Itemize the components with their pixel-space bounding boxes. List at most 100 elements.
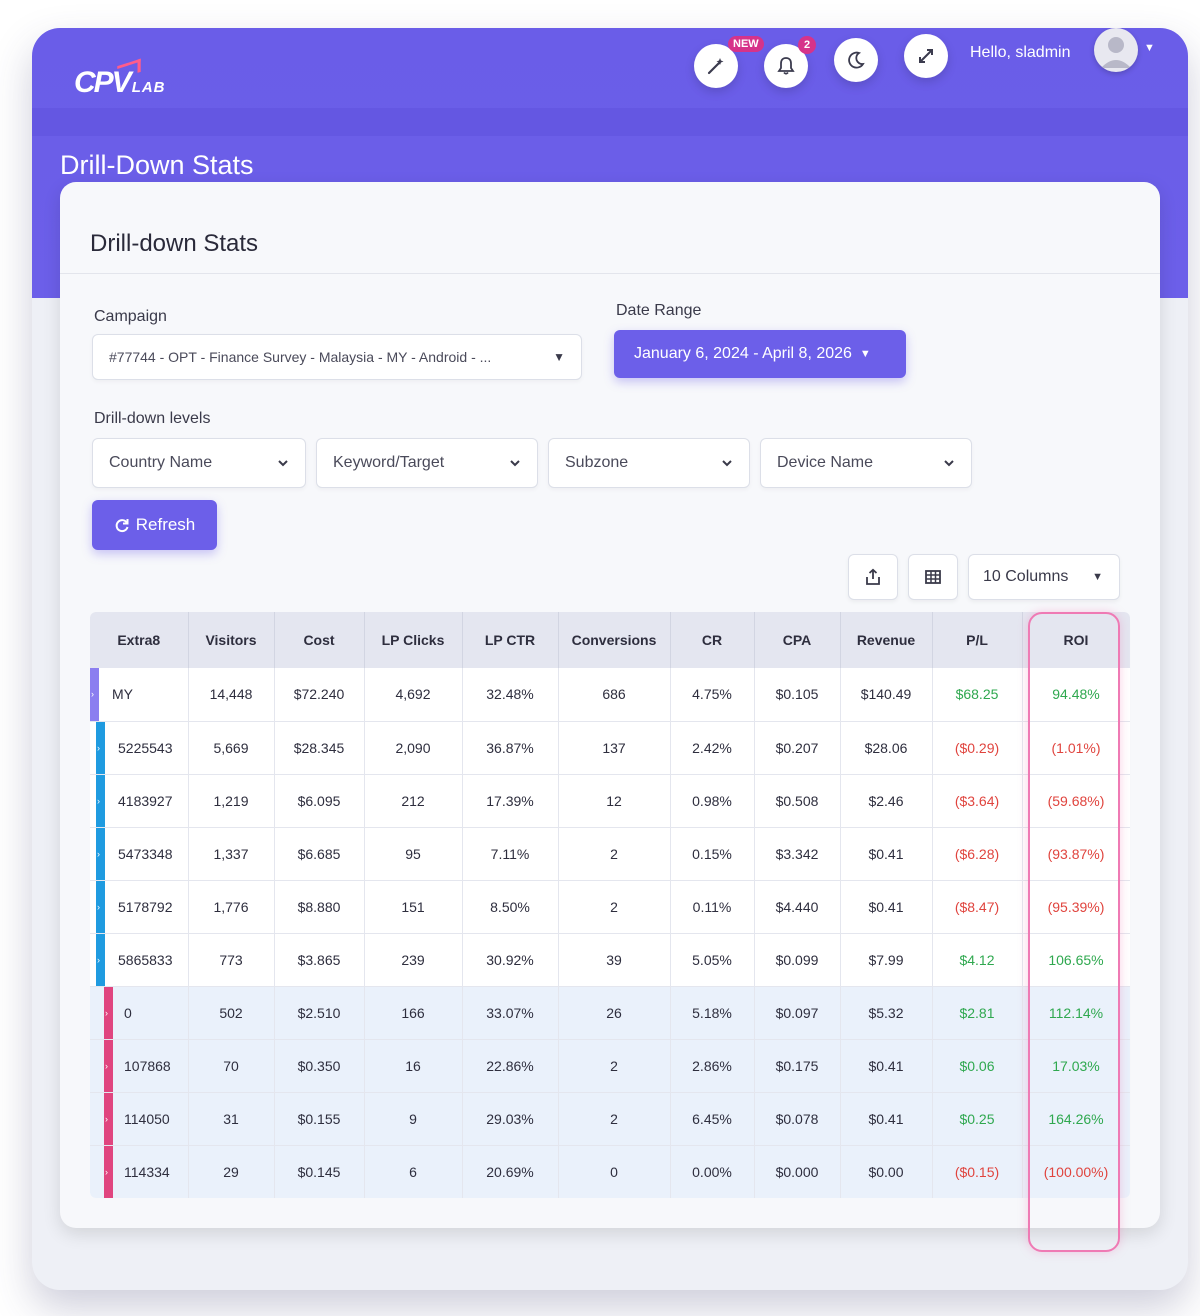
campaign-select[interactable]: #77744 - OPT - Finance Survey - Malaysia… (92, 334, 582, 380)
date-range-label: Date Range (616, 302, 702, 319)
table-cell: 4.75% (670, 668, 755, 722)
table-cell: 0.11% (670, 880, 755, 934)
level-select-country[interactable]: Country Name (92, 438, 306, 488)
user-avatar[interactable] (1094, 28, 1138, 72)
table-cell: 39 (558, 933, 671, 987)
date-range-picker[interactable]: January 6, 2024 - April 8, 2026 ▼ (614, 330, 906, 378)
caret-down-icon: ▼ (859, 348, 871, 360)
table-cell: 2.42% (670, 721, 755, 775)
expand-row-marker[interactable]: › (96, 721, 105, 774)
table-row[interactable]: › 107868 70 $0.350 16 22.86% 2 2.86% $0.175 $0.41… (90, 1039, 1130, 1093)
campaign-select-value: #77744 - OPT - Finance Survey - Malaysia… (109, 349, 492, 365)
table-cell: $0.000 (754, 1145, 841, 1198)
row-label: 5865833 (118, 951, 173, 968)
table-row[interactable]: › 114334 29 $0.145 6 20.69% 0 0.00% $0.000 $0.00(… (90, 1145, 1130, 1198)
expand-row-marker[interactable]: › (96, 880, 105, 933)
column-header[interactable]: CPA (754, 612, 841, 668)
logo-sub-text: LAB (131, 79, 166, 96)
table-row[interactable]: › 5178792 1,776 $8.880 151 8.50% 2 0.11% $4.440 $… (90, 880, 1130, 934)
table-cell: 20.69% (462, 1145, 559, 1198)
table-cell: 2,090 (364, 721, 463, 775)
expand-row-marker[interactable]: › (104, 1092, 113, 1145)
table-view-button[interactable] (908, 554, 958, 600)
column-header[interactable]: Visitors (188, 612, 275, 668)
export-icon (866, 568, 880, 585)
app-window: CPV LAB NEW 2 Hello, sladmin ▼ Drill-Dow… (32, 28, 1188, 1290)
column-header[interactable]: LP CTR (462, 612, 559, 668)
chevron-down-icon (510, 460, 520, 467)
table-cell: $0.41 (840, 1039, 933, 1093)
expand-row-marker[interactable]: › (96, 933, 105, 986)
table-row[interactable]: › 0 502 $2.510 166 33.07% 26 5.18% $0.097 $5.32 $2… (90, 986, 1130, 1040)
table-cell: $0.00 (840, 1145, 933, 1198)
table-cell: 6 (364, 1145, 463, 1198)
row-label-cell: › 5865833 (90, 933, 189, 987)
columns-select-button[interactable]: 10 Columns ▼ (968, 554, 1120, 600)
expand-row-marker[interactable]: › (104, 1039, 113, 1092)
refresh-button[interactable]: Refresh (92, 500, 217, 550)
table-row[interactable]: › 5473348 1,337 $6.685 95 7.11% 2 0.15% $3.342 $0… (90, 827, 1130, 881)
level-select-device[interactable]: Device Name (760, 438, 972, 488)
table-cell: 33.07% (462, 986, 559, 1040)
new-badge: NEW (728, 36, 764, 52)
expand-row-marker[interactable]: › (104, 1145, 113, 1198)
column-header[interactable]: Extra8 (90, 612, 189, 668)
table-cell: 30.92% (462, 933, 559, 987)
table-cell: 164.26% (1022, 1092, 1130, 1146)
column-header[interactable]: Conversions (558, 612, 671, 668)
table-cell: $8.880 (274, 880, 365, 934)
table-row[interactable]: › 5225543 5,669 $28.345 2,090 36.87% 137 2.42% $… (90, 721, 1130, 775)
table-row[interactable]: › 5865833 773 $3.865 239 30.92% 39 5.05% $0.099 $… (90, 933, 1130, 987)
table-grid-icon (925, 570, 941, 584)
user-greeting: Hello, sladmin (970, 44, 1071, 61)
table-cell: 29.03% (462, 1092, 559, 1146)
chevron-right-icon: › (97, 742, 100, 753)
row-label-cell: › 0 (90, 986, 189, 1040)
table-cell: $0.105 (754, 668, 841, 722)
column-header[interactable]: P/L (932, 612, 1023, 668)
user-menu-caret-icon[interactable]: ▼ (1144, 42, 1155, 54)
table-cell: $0.155 (274, 1092, 365, 1146)
table-cell: 1,337 (188, 827, 275, 881)
table-cell: ($3.64) (932, 774, 1023, 828)
bell-icon (777, 57, 795, 75)
table-row[interactable]: › MY 14,448 $72.240 4,692 32.48% 686 4.75% $0.10… (90, 668, 1130, 722)
table-cell: $2.510 (274, 986, 365, 1040)
expand-row-marker[interactable]: › (104, 986, 113, 1039)
column-header[interactable]: Revenue (840, 612, 933, 668)
table-cell: 151 (364, 880, 463, 934)
level-select-keyword[interactable]: Keyword/Target (316, 438, 538, 488)
expand-row-marker[interactable]: › (90, 668, 99, 721)
export-button[interactable] (848, 554, 898, 600)
column-header[interactable]: ROI (1022, 612, 1130, 668)
table-cell: 686 (558, 668, 671, 722)
table-cell: 137 (558, 721, 671, 775)
table-cell: 16 (364, 1039, 463, 1093)
column-header[interactable]: Cost (274, 612, 365, 668)
level-select-value: Keyword/Target (333, 454, 445, 471)
fullscreen-button[interactable] (904, 34, 948, 78)
chevron-right-icon: › (91, 689, 94, 700)
cpvlab-logo[interactable]: CPV LAB (74, 58, 166, 98)
table-cell: $5.32 (840, 986, 933, 1040)
table-cell: 4,692 (364, 668, 463, 722)
level-select-subzone[interactable]: Subzone (548, 438, 750, 488)
table-cell: 2 (558, 827, 671, 881)
table-cell: 112.14% (1022, 986, 1130, 1040)
expand-row-marker[interactable]: › (96, 827, 105, 880)
table-row[interactable]: › 114050 31 $0.155 9 29.03% 2 6.45% $0.078 $0.41 $… (90, 1092, 1130, 1146)
column-header[interactable]: LP Clicks (364, 612, 463, 668)
table-row[interactable]: › 4183927 1,219 $6.095 212 17.39% 12 0.98% $0.50… (90, 774, 1130, 828)
table-cell: 0.00% (670, 1145, 755, 1198)
table-cell: 212 (364, 774, 463, 828)
row-label: 114334 (124, 1163, 170, 1180)
table-cell: $0.078 (754, 1092, 841, 1146)
table-cell: 8.50% (462, 880, 559, 934)
dark-mode-button[interactable] (834, 38, 878, 82)
column-header[interactable]: CR (670, 612, 755, 668)
card-title: Drill-down Stats (90, 230, 259, 257)
table-cell: (100.00%) (1022, 1145, 1130, 1198)
chevron-right-icon: › (105, 1007, 108, 1018)
expand-row-marker[interactable]: › (96, 774, 105, 827)
table-cell: $3.865 (274, 933, 365, 987)
